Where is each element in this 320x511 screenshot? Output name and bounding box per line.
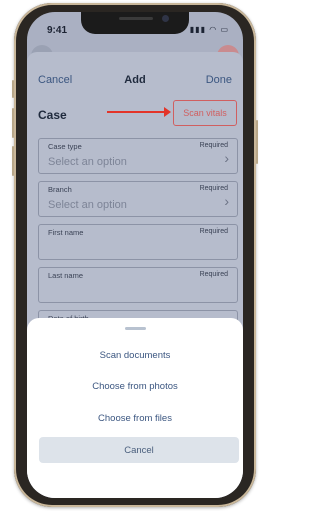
action-sheet: Scan documents Choose from photos Choose… bbox=[27, 318, 243, 498]
phone-screen: 9:41 ▮▮▮ ◠ ▭ Cancel Add Done Case Scan v… bbox=[27, 12, 243, 498]
required-label: Required bbox=[199, 185, 228, 192]
scan-documents-option[interactable]: Scan documents bbox=[27, 350, 243, 361]
scan-vitals-button[interactable]: Scan vitals bbox=[173, 100, 237, 126]
done-link[interactable]: Done bbox=[206, 74, 232, 86]
first-name-field[interactable]: First name Required bbox=[38, 224, 238, 260]
case-type-field[interactable]: Case type Required Select an option › bbox=[38, 138, 238, 174]
side-button bbox=[12, 80, 14, 98]
cancel-button[interactable]: Cancel bbox=[39, 437, 239, 463]
speaker bbox=[119, 17, 153, 20]
notch bbox=[81, 12, 189, 34]
wifi-icon: ◠ bbox=[209, 25, 218, 34]
field-label: First name bbox=[48, 228, 84, 237]
required-label: Required bbox=[199, 228, 228, 235]
volume-up-button bbox=[12, 108, 14, 138]
status-time: 9:41 bbox=[47, 25, 68, 36]
battery-icon: ▭ bbox=[220, 25, 229, 34]
chevron-right-icon: › bbox=[224, 150, 229, 166]
volume-down-button bbox=[12, 146, 14, 176]
section-title-case: Case bbox=[38, 108, 67, 122]
annotation-arrow bbox=[107, 107, 171, 117]
branch-field[interactable]: Branch Required Select an option › bbox=[38, 181, 238, 217]
camera bbox=[162, 15, 169, 22]
choose-from-photos-option[interactable]: Choose from photos bbox=[27, 381, 243, 392]
field-label: Branch bbox=[48, 185, 72, 194]
required-label: Required bbox=[199, 271, 228, 278]
power-button bbox=[256, 120, 258, 164]
field-label: Last name bbox=[48, 271, 84, 280]
field-label: Case type bbox=[48, 142, 82, 151]
last-name-field[interactable]: Last name Required bbox=[38, 267, 238, 303]
drag-handle[interactable] bbox=[125, 327, 146, 330]
field-value: Select an option bbox=[48, 156, 127, 168]
status-icons: ▮▮▮ ◠ ▭ bbox=[190, 25, 229, 34]
field-value: Select an option bbox=[48, 199, 127, 211]
signal-icon: ▮▮▮ bbox=[189, 25, 206, 34]
required-label: Required bbox=[199, 142, 228, 149]
chevron-right-icon: › bbox=[224, 193, 229, 209]
choose-from-files-option[interactable]: Choose from files bbox=[27, 413, 243, 424]
